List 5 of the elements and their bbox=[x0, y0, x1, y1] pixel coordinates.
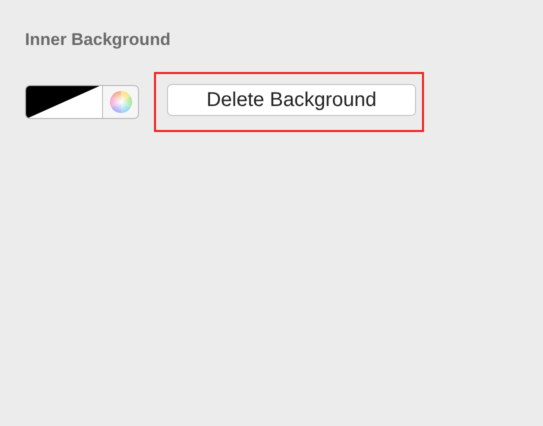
color-swatch-icon bbox=[26, 86, 102, 118]
section-title: Inner Background bbox=[25, 30, 172, 50]
delete-background-button[interactable]: Delete Background bbox=[167, 84, 416, 116]
color-wheel-icon[interactable] bbox=[110, 91, 132, 113]
color-well[interactable] bbox=[25, 85, 139, 119]
